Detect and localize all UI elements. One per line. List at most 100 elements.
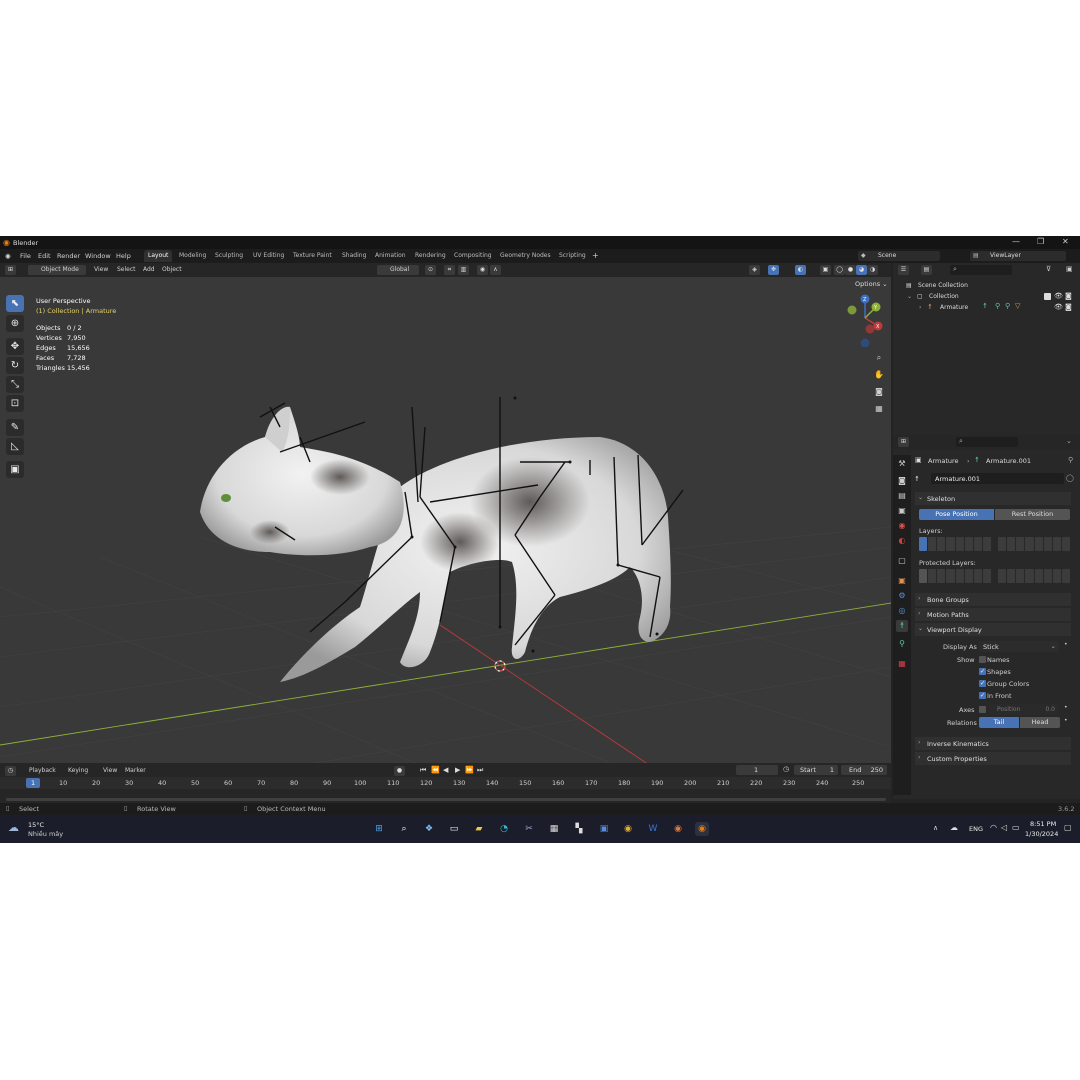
tab-rendering[interactable]: Rendering <box>411 250 450 262</box>
timeline-menu-keying[interactable]: Keying <box>65 766 91 776</box>
display-as-keyframe-icon[interactable]: • <box>1064 641 1068 648</box>
file-explorer-icon[interactable]: ▰ <box>472 822 486 836</box>
snap-target-icon[interactable]: ▥ <box>458 265 469 275</box>
record-icon[interactable]: ● <box>394 766 405 776</box>
bone-tab-icon[interactable]: ⚲ <box>896 638 908 650</box>
properties-search-input[interactable]: ⌕ <box>956 437 1018 447</box>
rotate-tool-icon[interactable]: ↻ <box>6 357 24 374</box>
collection-checkbox[interactable] <box>1044 293 1051 300</box>
chrome-profile-icon[interactable]: ◉ <box>671 822 685 836</box>
physics-tab-icon[interactable]: ◎ <box>896 605 908 617</box>
ortho-grid-icon[interactable]: ▦ <box>872 402 886 416</box>
jump-end-icon[interactable]: ⏭ <box>477 766 483 775</box>
in-front-checkbox[interactable]: ✓ <box>979 692 986 699</box>
axes-checkbox[interactable] <box>979 706 986 713</box>
properties-editor-type-icon[interactable]: ⊞ <box>898 437 909 447</box>
inverse-kinematics-panel-header[interactable]: › Inverse Kinematics <box>915 737 1071 750</box>
timeline-menu-view[interactable]: View <box>100 766 120 776</box>
mail-app-icon[interactable]: ▣ <box>597 822 611 836</box>
3d-viewport[interactable]: ⬉ ⊕ ✥ ↻ ⤡ ⊡ ✎ ◺ ▣ User Perspective (1) C… <box>0 277 891 799</box>
object-data-tab-icon[interactable]: ☨ <box>896 620 908 632</box>
gizmo-toggle-icon[interactable]: ✥ <box>768 265 779 275</box>
scene-collection-label[interactable]: Scene Collection <box>918 282 968 289</box>
shapes-checkbox[interactable]: ✓ <box>979 668 986 675</box>
use-preview-range-icon[interactable]: ◷ <box>783 765 789 773</box>
bone-groups-panel-header[interactable]: › Bone Groups <box>915 593 1071 606</box>
armature-label[interactable]: Armature <box>940 304 968 311</box>
xray-icon[interactable]: ▣ <box>820 265 831 275</box>
tab-geometry-nodes[interactable]: Geometry Nodes <box>496 250 555 262</box>
shading-rendered-icon[interactable]: ◑ <box>867 265 878 275</box>
custom-properties-panel-header[interactable]: › Custom Properties <box>915 752 1071 765</box>
texture-tab-icon[interactable]: ▦ <box>896 658 908 670</box>
prev-keyframe-icon[interactable]: ⏪ <box>431 766 440 774</box>
wifi-icon[interactable]: ◠ <box>990 823 997 832</box>
armature-eye-icon[interactable]: 👁 <box>1054 303 1063 311</box>
search-icon[interactable]: ⌕ <box>397 822 411 836</box>
task-view-icon[interactable]: ▭ <box>447 822 461 836</box>
volume-icon[interactable]: ◁ <box>1001 823 1007 832</box>
datablock-type-icon[interactable]: ☨ <box>915 475 919 483</box>
visibility-icon[interactable]: ◈ <box>749 265 760 275</box>
maximize-button[interactable]: ❐ <box>1037 237 1044 246</box>
outliner-search-input[interactable]: ⌕ <box>950 265 1012 275</box>
pin-icon[interactable]: ⚲ <box>1068 456 1073 464</box>
scale-tool-icon[interactable]: ⤡ <box>6 376 24 393</box>
select-box-tool-icon[interactable]: ⬉ <box>6 295 24 312</box>
editor-type-icon[interactable]: ⊞ <box>5 265 16 275</box>
clock-date[interactable]: 1/30/2024 <box>1025 830 1058 838</box>
mode-selector[interactable]: Object Mode <box>28 265 86 275</box>
new-collection-icon[interactable]: ▣ <box>1066 265 1073 273</box>
play-reverse-icon[interactable]: ◀ <box>443 766 448 774</box>
chrome-icon[interactable]: ◉ <box>621 822 635 836</box>
collection-eye-icon[interactable]: 👁 <box>1054 292 1063 300</box>
jump-start-icon[interactable]: ⏮ <box>420 766 426 775</box>
menu-view[interactable]: View <box>91 265 111 275</box>
falloff-icon[interactable]: ∧ <box>490 265 501 275</box>
pan-hand-icon[interactable]: ✋ <box>872 368 886 382</box>
menu-edit[interactable]: Edit <box>38 252 51 260</box>
properties-options-icon[interactable]: ⌄ <box>1066 437 1072 445</box>
filter-icon[interactable]: ⊽ <box>1046 265 1051 273</box>
tab-layout[interactable]: Layout <box>144 250 173 262</box>
tab-animation[interactable]: Animation <box>371 250 410 262</box>
motion-paths-panel-header[interactable]: › Motion Paths <box>915 608 1071 621</box>
object-tab-icon[interactable]: ▣ <box>896 575 908 587</box>
modifier-tab-icon[interactable]: ⚙ <box>896 590 908 602</box>
add-workspace-icon[interactable]: + <box>592 251 599 260</box>
relations-keyframe-icon[interactable]: • <box>1064 717 1068 724</box>
protected-layers-grid-a[interactable] <box>919 569 991 583</box>
menu-window[interactable]: Window <box>85 252 111 260</box>
pose-position-button[interactable]: Pose Position <box>919 509 994 520</box>
snap-icon[interactable]: ⌗ <box>444 265 455 275</box>
render-tab-icon[interactable]: ◙ <box>896 475 908 487</box>
collection-camera-icon[interactable]: ◙ <box>1065 292 1072 300</box>
clock-time[interactable]: 8:51 PM <box>1030 820 1056 828</box>
blender-taskbar-icon[interactable]: ◉ <box>695 822 709 836</box>
menu-help[interactable]: Help <box>116 252 131 260</box>
weather-temp[interactable]: 15°C <box>28 821 44 829</box>
word-icon[interactable]: W <box>646 822 660 836</box>
camera-view-icon[interactable]: ◙ <box>872 385 886 399</box>
tab-compositing[interactable]: Compositing <box>450 250 496 262</box>
cat-mesh[interactable] <box>200 406 671 682</box>
fake-user-icon[interactable]: ◯ <box>1066 474 1074 482</box>
blender-menu-icon[interactable]: ◉ <box>5 252 11 260</box>
shading-solid-icon[interactable]: ● <box>845 265 856 275</box>
start-frame-field[interactable]: Start 1 <box>794 765 838 775</box>
bone-layers-grid-a[interactable] <box>919 537 991 551</box>
transform-tool-icon[interactable]: ⊡ <box>6 395 24 412</box>
tab-modeling[interactable]: Modeling <box>175 250 210 262</box>
armature-camera-icon[interactable]: ◙ <box>1065 303 1072 311</box>
zoom-icon[interactable]: ⌕ <box>872 351 886 365</box>
timeline-scrollbar[interactable] <box>6 798 886 801</box>
start-menu-icon[interactable]: ⊞ <box>372 822 386 836</box>
timeline-ruler[interactable]: 1 10 20 30 40 50 60 70 80 90 100 110 120… <box>0 777 891 789</box>
relations-tail-button[interactable]: Tail <box>979 717 1019 728</box>
tool-tab-icon[interactable]: ⚒ <box>896 458 908 470</box>
language-indicator[interactable]: ENG <box>969 825 983 833</box>
relations-head-button[interactable]: Head <box>1020 717 1060 728</box>
scene-selector[interactable]: ◆ Scene <box>858 251 940 261</box>
world-tab-icon[interactable]: ◐ <box>896 535 908 547</box>
tray-chevron-icon[interactable]: ∧ <box>933 824 938 832</box>
